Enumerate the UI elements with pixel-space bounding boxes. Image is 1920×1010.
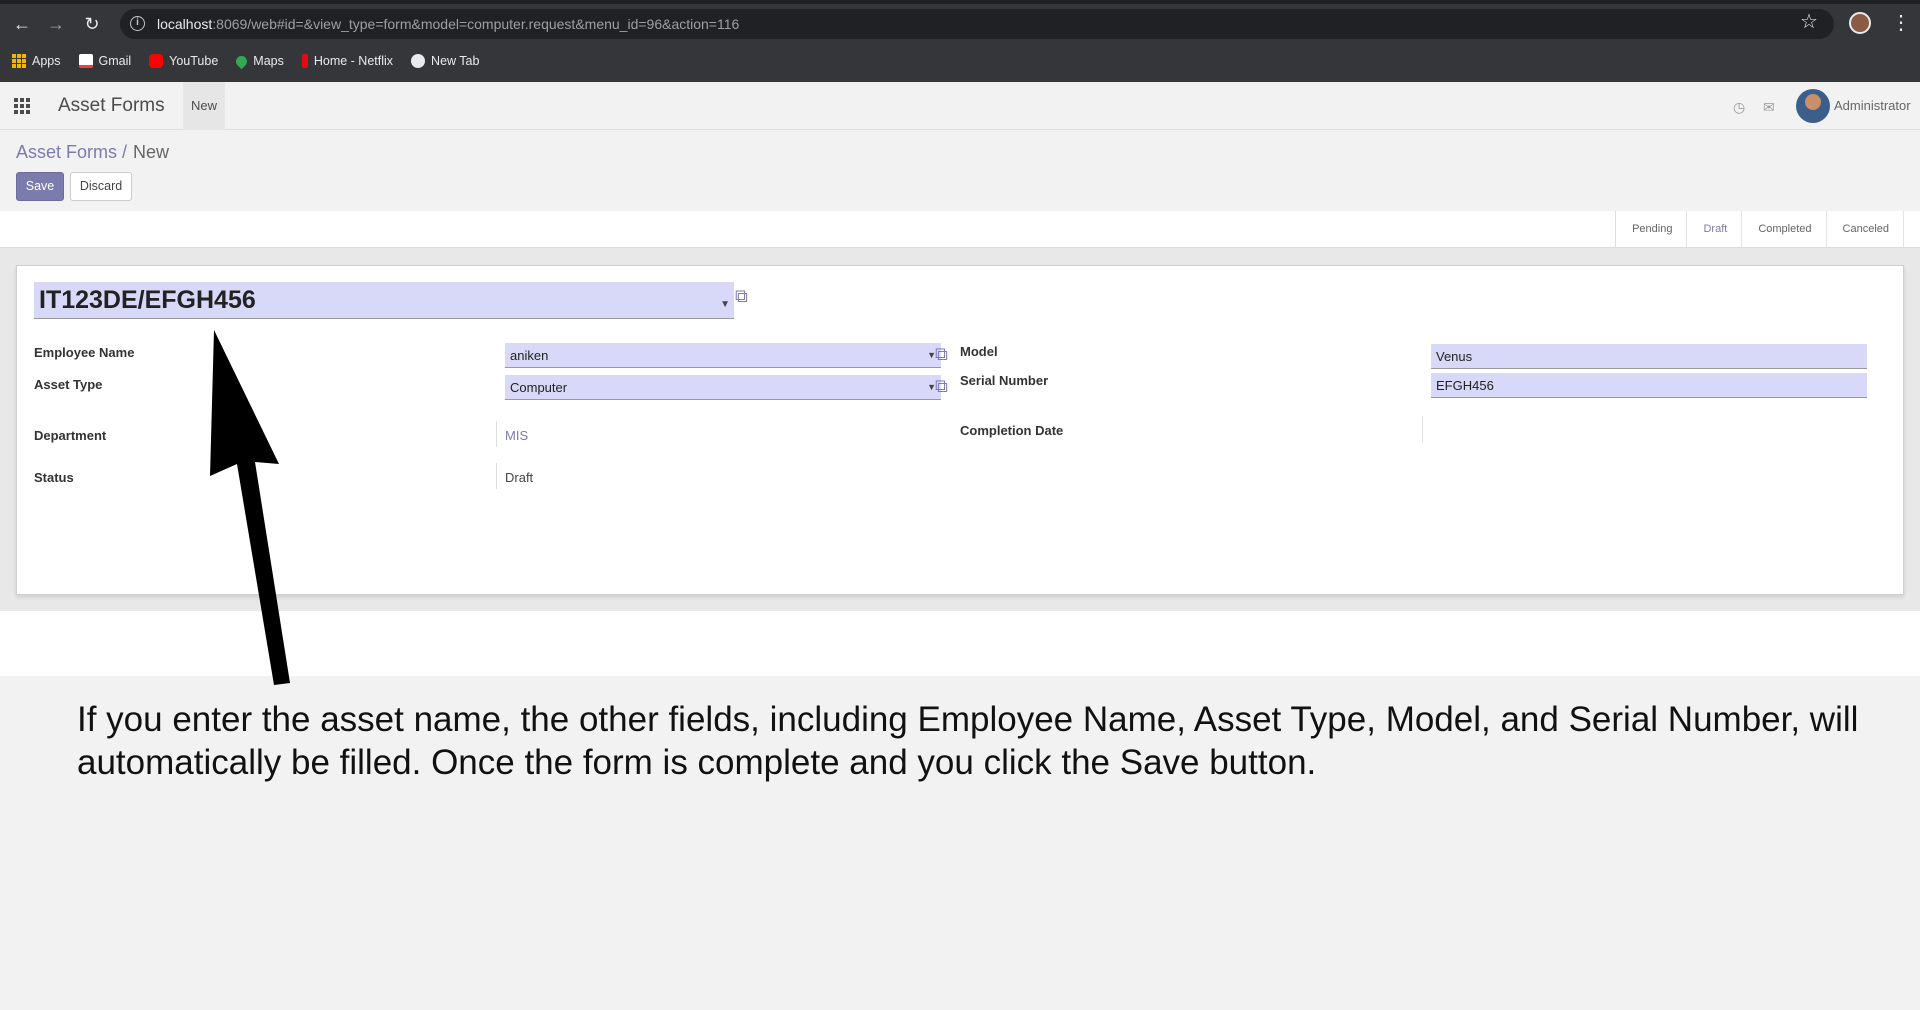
- serial-number-field[interactable]: EFGH456: [1431, 373, 1867, 398]
- status-label: Status: [34, 470, 74, 485]
- discard-button[interactable]: Discard: [70, 172, 132, 201]
- status-step-canceled[interactable]: Canceled: [1827, 211, 1904, 247]
- asset-name-input[interactable]: IT123DE/EFGH456 ▼: [34, 282, 734, 319]
- bookmark-label: Maps: [253, 54, 284, 68]
- apps-grid-icon: [12, 54, 26, 68]
- browser-menu-icon[interactable]: ⋮: [1891, 11, 1911, 35]
- chevron-down-icon[interactable]: ▼: [720, 286, 730, 323]
- bookmark-netflix[interactable]: Home - Netflix: [301, 54, 394, 68]
- save-button[interactable]: Save: [16, 172, 64, 201]
- breadcrumb-parent[interactable]: Asset Forms /: [16, 142, 127, 162]
- status-steps: Pending Draft Completed Canceled: [1615, 211, 1904, 247]
- maps-icon: [234, 53, 250, 69]
- activity-clock-icon[interactable]: ◷: [1733, 99, 1745, 116]
- forward-icon[interactable]: →: [42, 10, 70, 38]
- gmail-icon: [78, 54, 93, 68]
- external-link-icon[interactable]: ⧉: [935, 376, 948, 397]
- browser-toolbar: ← → ↻ i localhost:8069/web#id=&view_type…: [0, 0, 1920, 82]
- bookmark-label: Home - Netflix: [313, 54, 394, 68]
- model-label: Model: [960, 344, 998, 359]
- serial-number-label: Serial Number: [960, 373, 1049, 388]
- breadcrumb-current: New: [133, 142, 170, 162]
- model-field[interactable]: Venus: [1431, 344, 1867, 369]
- youtube-icon: [149, 54, 164, 68]
- profile-avatar-icon[interactable]: [1849, 12, 1871, 34]
- department-label: Department: [34, 428, 107, 443]
- address-bar[interactable]: i localhost:8069/web#id=&view_type=form&…: [120, 9, 1834, 39]
- reload-icon[interactable]: ↻: [78, 10, 106, 38]
- employee-name-value: aniken: [510, 348, 549, 363]
- external-link-icon[interactable]: ⧉: [735, 286, 748, 307]
- external-link-icon[interactable]: ⧉: [935, 344, 948, 365]
- field-divider: [1422, 416, 1423, 442]
- globe-icon: [411, 54, 426, 68]
- employee-name-field[interactable]: aniken ▼: [505, 343, 941, 368]
- department-value[interactable]: MIS: [505, 428, 528, 443]
- annotation-caption: If you enter the asset name, the other f…: [77, 700, 1859, 782]
- site-info-icon[interactable]: i: [130, 16, 145, 31]
- field-divider: [496, 463, 497, 489]
- url-path: :8069/web#id=&view_type=form&model=compu…: [212, 16, 740, 32]
- bookmark-label: Apps: [32, 54, 61, 68]
- status-step-draft[interactable]: Draft: [1687, 211, 1743, 247]
- nav-new-menu[interactable]: New: [183, 82, 226, 130]
- employee-name-label: Employee Name: [34, 345, 135, 360]
- field-divider: [496, 421, 497, 447]
- user-name[interactable]: Administrator: [1834, 98, 1911, 113]
- control-panel: Asset Forms / New Save Discard: [0, 130, 1920, 211]
- model-value: Venus: [1436, 349, 1473, 364]
- status-step-pending[interactable]: Pending: [1616, 211, 1688, 247]
- bookmark-new-tab[interactable]: New Tab: [411, 54, 479, 68]
- bookmark-label: YouTube: [169, 54, 219, 68]
- app-menu-icon[interactable]: [14, 98, 30, 114]
- page-footer-area: [0, 611, 1920, 676]
- netflix-icon: [301, 54, 308, 68]
- url-host: localhost: [157, 16, 213, 32]
- bookmark-apps[interactable]: Apps: [12, 54, 61, 68]
- status-value: Draft: [505, 470, 534, 485]
- user-avatar[interactable]: [1796, 89, 1830, 123]
- bookmark-label: New Tab: [431, 54, 480, 68]
- completion-date-label: Completion Date: [960, 423, 1064, 438]
- breadcrumb: Asset Forms / New: [16, 142, 169, 163]
- serial-number-value: EFGH456: [1436, 378, 1494, 393]
- form-sheet: IT123DE/EFGH456 ▼ ⧉ Employee Name aniken…: [16, 265, 1904, 595]
- bookmark-maps[interactable]: Maps: [234, 53, 284, 69]
- app-navbar: Asset Forms New ◷ ✉ Administrator: [0, 82, 1920, 130]
- bookmarks-bar: Apps Gmail YouTube Maps Home - Netflix N…: [0, 48, 479, 74]
- asset-type-label: Asset Type: [34, 377, 103, 392]
- asset-type-field[interactable]: Computer ▼: [505, 375, 941, 400]
- bookmark-label: Gmail: [98, 54, 132, 68]
- bookmark-youtube[interactable]: YouTube: [149, 54, 218, 68]
- asset-name-value: IT123DE/EFGH456: [39, 286, 256, 314]
- status-step-completed[interactable]: Completed: [1742, 211, 1827, 247]
- asset-type-value: Computer: [510, 380, 568, 395]
- tab-strip: [0, 0, 1920, 4]
- bookmark-star-icon[interactable]: ☆: [1800, 9, 1818, 34]
- messaging-chat-icon[interactable]: ✉: [1763, 99, 1775, 116]
- bookmark-gmail[interactable]: Gmail: [78, 54, 132, 68]
- app-title[interactable]: Asset Forms: [58, 95, 165, 117]
- url-text: localhost:8069/web#id=&view_type=form&mo…: [157, 16, 739, 32]
- back-icon[interactable]: ←: [8, 10, 36, 38]
- status-bar: Pending Draft Completed Canceled: [0, 211, 1920, 248]
